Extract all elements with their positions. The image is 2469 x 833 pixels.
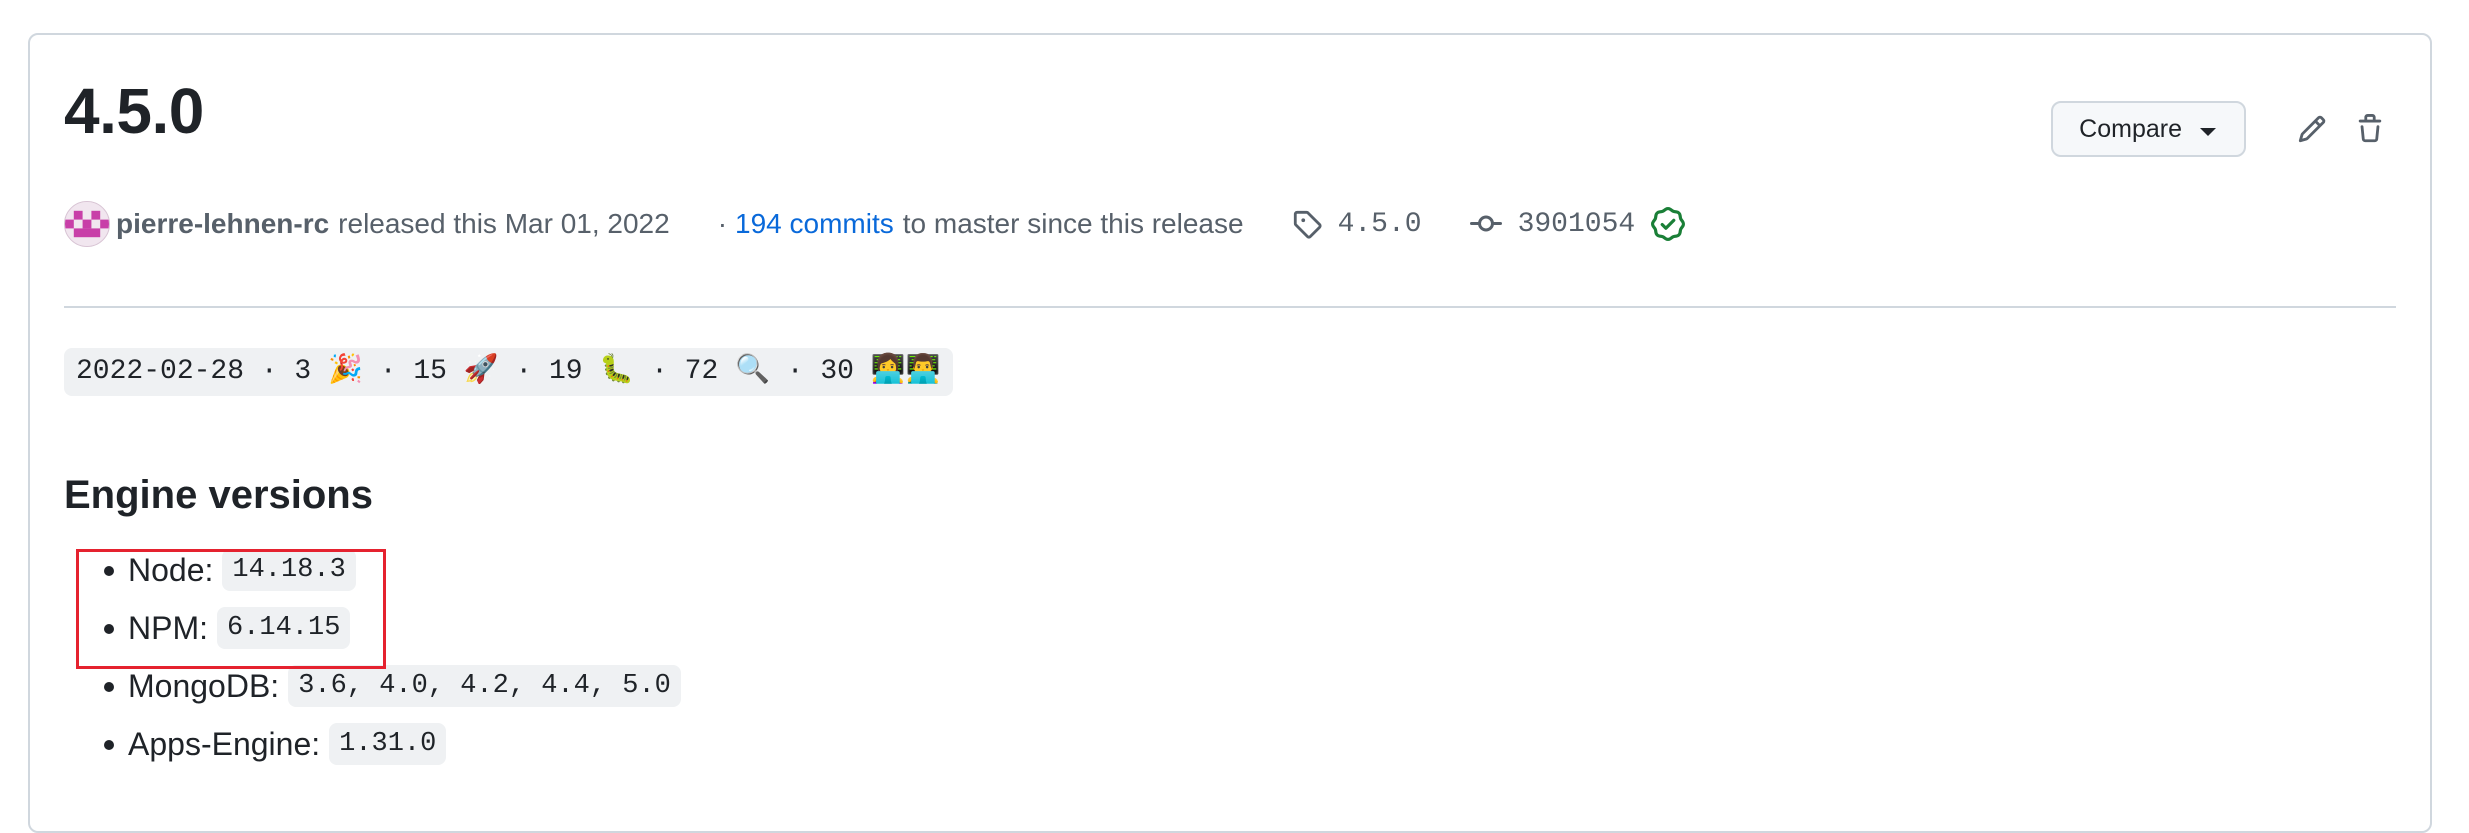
released-date-text: released this Mar 01, 2022	[338, 208, 670, 239]
release-meta: pierre-lehnen-rc released this Mar 01, 2…	[64, 201, 1686, 247]
author-link[interactable]: pierre-lehnen-rc	[116, 208, 329, 240]
identicon-image	[65, 202, 109, 246]
commits-link[interactable]: 194 commits	[735, 208, 894, 240]
commits-suffix-text: to master since this release	[902, 208, 1244, 239]
tag-link[interactable]: 4.5.0	[1292, 209, 1422, 240]
engine-version-code: 1.31.0	[329, 723, 447, 765]
delete-release-button[interactable]	[2344, 103, 2396, 155]
bullet-icon	[104, 682, 114, 692]
git-commit-icon	[1469, 215, 1502, 232]
chevron-down-icon	[2200, 128, 2216, 136]
release-title: 4.5.0	[64, 75, 204, 147]
engine-label: Apps-Engine:	[128, 725, 321, 762]
list-item: Apps-Engine: 1.31.0	[64, 715, 681, 773]
bullet-icon	[104, 740, 114, 750]
release-stats-code: 2022-02-28 · 3 🎉 · 15 🚀 · 19 🐛 · 72 🔍 · …	[64, 348, 953, 396]
header-divider	[64, 306, 2396, 308]
engine-versions-heading: Engine versions	[64, 473, 373, 517]
engine-version-code: 3.6, 4.0, 4.2, 4.4, 5.0	[288, 665, 681, 707]
pencil-icon	[2298, 115, 2326, 143]
edit-release-button[interactable]	[2286, 103, 2338, 155]
commit-link[interactable]: 3901054	[1469, 207, 1686, 241]
verified-check-icon[interactable]	[1651, 207, 1686, 241]
tag-name: 4.5.0	[1337, 208, 1422, 240]
compare-label: Compare	[2079, 114, 2182, 143]
commit-sha: 3901054	[1517, 208, 1636, 240]
compare-button[interactable]: Compare	[2051, 101, 2246, 157]
release-card: 4.5.0 Compare pierre-lehnen-rc released …	[28, 33, 2432, 833]
trash-icon	[2358, 114, 2382, 143]
tag-icon	[1293, 210, 1322, 239]
release-actions: Compare	[2051, 101, 2396, 157]
highlight-annotation-box	[76, 549, 386, 669]
avatar[interactable]	[64, 201, 110, 247]
meta-separator: ·	[717, 208, 728, 239]
engine-label: MongoDB:	[128, 667, 280, 704]
